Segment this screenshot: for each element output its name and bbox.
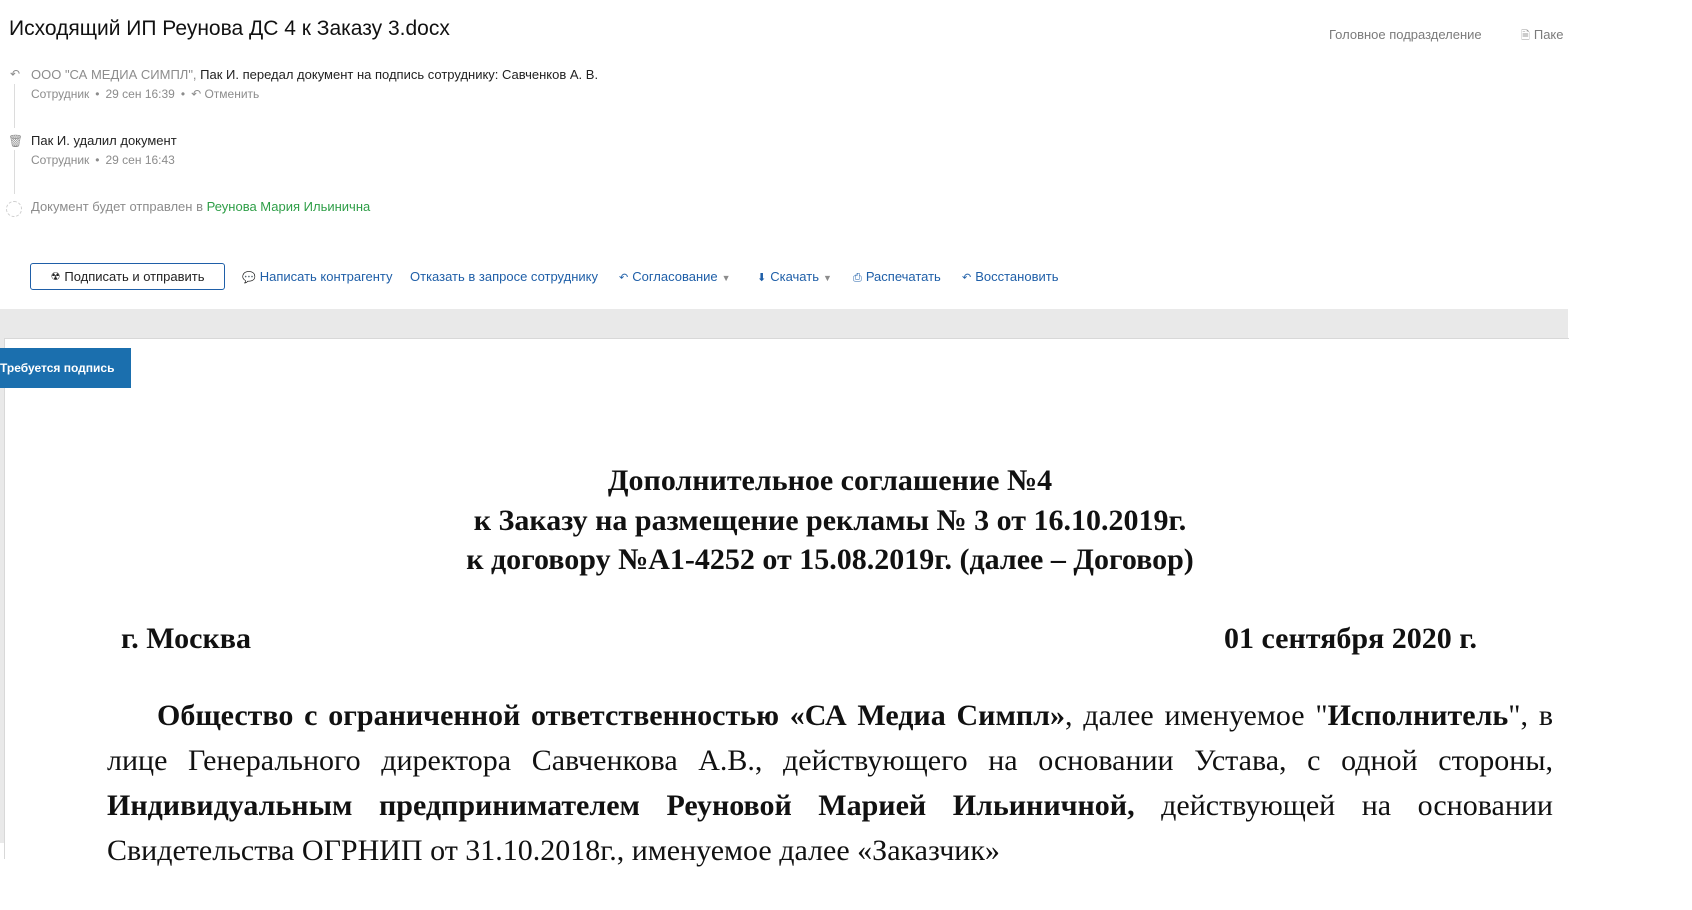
download-label: Скачать — [770, 269, 819, 284]
para-text: , далее именуемое " — [1065, 699, 1328, 732]
write-counterparty-button[interactable]: 💬 Написать контрагенту — [242, 269, 393, 284]
timeline-line — [14, 84, 15, 128]
event-role: Сотрудник — [31, 87, 90, 101]
timeline-line — [14, 150, 15, 194]
restore-button[interactable]: ↶ Восстановить — [962, 269, 1058, 284]
pending-circle-icon — [6, 201, 22, 217]
org-unit-label[interactable]: Головное подразделение — [1329, 27, 1482, 42]
undo-icon: ↶ — [191, 87, 202, 101]
recipient-link[interactable]: Реунова Мария Ильинична — [207, 199, 371, 214]
reply-icon: ↶ — [619, 272, 629, 284]
doc-date: 01 сентября 2020 г. — [1224, 622, 1478, 655]
reply-arrow-icon: ↶ — [9, 67, 21, 81]
doc-title-line-2: к Заказу на размещение рекламы № 3 от 16… — [473, 504, 1187, 537]
event-transfer-meta: Сотрудник • 29 сен 16:39 • ↶ Отменить — [31, 87, 260, 101]
write-counterparty-label: Написать контрагенту — [259, 269, 393, 284]
pending-prefix: Документ будет отправлен в — [31, 199, 203, 214]
sign-and-send-button[interactable]: ☢ Подписать и отправить — [30, 263, 225, 290]
chevron-down-icon: ▼ — [822, 273, 832, 283]
approval-dropdown[interactable]: ↶ Согласование ▼ — [619, 269, 731, 284]
restore-icon: ↶ — [962, 272, 972, 284]
seal-icon: ☢ — [50, 271, 61, 283]
doc-city: г. Москва — [121, 622, 251, 655]
printer-icon: ⎙ — [853, 272, 862, 284]
doc-title-line-1: Дополнительное соглашение №4 — [607, 464, 1053, 497]
refuse-request-label: Отказать в запросе сотруднику — [410, 269, 598, 284]
event-transfer-text: ООО "СА МЕДИА СИМПЛ", Пак И. передал док… — [31, 67, 598, 82]
event-time: 29 сен 16:39 — [105, 87, 175, 101]
refuse-request-button[interactable]: Отказать в запросе сотруднику — [410, 269, 598, 284]
download-dropdown[interactable]: ⬇ Скачать ▼ — [757, 269, 832, 284]
doc-title-line-3: к договору №А1-4252 от 15.08.2019г. (дал… — [466, 543, 1194, 576]
event-delete-text: Пак И. удалил документ — [31, 133, 177, 148]
package-link[interactable]: 🗎 Паке — [1521, 27, 1564, 46]
event-description: Пак И. передал документ на подпись сотру… — [196, 67, 599, 82]
event-actor: ООО "СА МЕДИА СИМПЛ", — [31, 67, 197, 82]
chevron-down-icon: ▼ — [721, 273, 731, 283]
customer-name: Индивидуальным предпринимателем Реуновой… — [107, 789, 1135, 822]
signature-required-badge: Требуется подпись — [0, 348, 131, 388]
doc-paragraph: Общество с ограниченной ответственностью… — [107, 693, 1553, 873]
event-delete-meta: Сотрудник • 29 сен 16:43 — [31, 153, 175, 167]
package-icon: 🗎 — [1521, 30, 1530, 42]
executor-org-name: Общество с ограниченной ответственностью… — [157, 699, 1066, 732]
trash-icon: 🗑 — [8, 134, 24, 148]
print-label: Распечатать — [865, 269, 941, 284]
pending-send-text: Документ будет отправлен в Реунова Мария… — [31, 199, 370, 214]
comment-icon: 💬 — [242, 272, 256, 284]
restore-label: Восстановить — [975, 269, 1059, 284]
cancel-link[interactable]: Отменить — [204, 87, 259, 101]
document-title: Исходящий ИП Реунова ДС 4 к Заказу 3.doc… — [9, 17, 450, 40]
executor-label: Исполнитель — [1327, 699, 1509, 732]
event-time: 29 сен 16:43 — [105, 153, 175, 167]
sign-and-send-label: Подписать и отправить — [64, 269, 205, 284]
event-role: Сотрудник — [31, 153, 90, 167]
approval-label: Согласование — [632, 269, 718, 284]
print-button[interactable]: ⎙ Распечатать — [853, 269, 941, 285]
package-label: Паке — [1533, 27, 1564, 42]
download-icon: ⬇ — [757, 272, 767, 284]
